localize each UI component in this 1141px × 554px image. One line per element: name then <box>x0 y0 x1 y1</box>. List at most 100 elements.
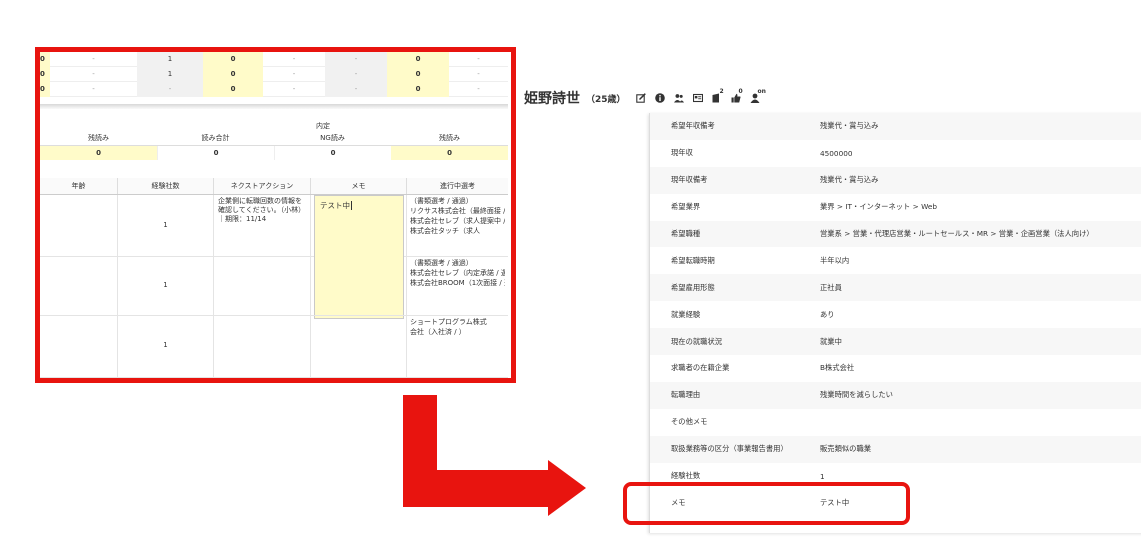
next-action-text <box>214 257 310 261</box>
stats-cell: - <box>477 70 480 78</box>
candidate-name: 姫野詩世 <box>524 91 580 107</box>
experience-cell: 1 <box>117 257 213 315</box>
progress-line: 株式会社セレブ（内定承諾 / 選考中） <box>410 269 505 277</box>
progress-line: リクサス株式会社（最終面接 / 企業NG） <box>410 207 505 215</box>
profile-value: 営業系 > 営業・代理店営業・ルートセールス・MR > 営業・企画営業（法人向け… <box>820 229 1094 238</box>
stats-cell: 0 <box>40 67 50 82</box>
column-header-age[interactable]: 年齢 <box>40 178 117 194</box>
profile-value: あり <box>820 309 835 319</box>
profile-label: 現年収 <box>671 148 693 158</box>
person-icon[interactable]: on <box>750 88 766 103</box>
thumbs-up-badge: 0 <box>738 88 743 95</box>
profile-value: 業界 > IT・インターネット > Web <box>820 202 937 212</box>
column-header-memo[interactable]: メモ <box>310 178 406 194</box>
profile-row: 就業経験 あり <box>650 301 1141 328</box>
stats-row: 0 - - 0 - - 0 - <box>40 82 508 97</box>
summary-value: 0 <box>40 146 157 160</box>
age-cell <box>40 257 117 315</box>
stats-row: 0 - 1 0 - - 0 - <box>40 67 508 82</box>
next-action-cell[interactable] <box>213 257 310 315</box>
memo-highlight-box <box>623 482 910 525</box>
profile-value: 残業代・賞与込み <box>820 121 879 131</box>
column-header-experience[interactable]: 経験社数 <box>117 178 213 194</box>
stats-cell: 0 <box>203 52 263 67</box>
profile-label: 現年収備考 <box>671 175 708 185</box>
column-header-next-action[interactable]: ネクストアクション <box>213 178 310 194</box>
profile-label: 希望年収備考 <box>671 121 715 131</box>
progress-cell: （書類選考 / 通過） リクサス株式会社（最終面接 / 企業NG） 株式会社セレ… <box>406 195 508 256</box>
profile-value: 4500000 <box>820 148 853 158</box>
person-badge: on <box>757 88 766 95</box>
profile-row: 希望年収備考 残業代・賞与込み <box>650 113 1141 140</box>
progress-line: （書類選考 / 通過） <box>410 197 473 205</box>
summary-header: NG読み <box>320 134 345 142</box>
stats-cell: 0 <box>203 82 263 97</box>
next-action-text: 企業側に転職回数の情報を確認してください。（小林）｜期限：11/14 <box>218 197 306 223</box>
next-action-cell[interactable] <box>213 316 310 377</box>
experience-count: 1 <box>163 341 168 349</box>
column-header-progress[interactable]: 進行中選考 <box>406 178 508 194</box>
edit-icon[interactable] <box>635 93 646 103</box>
stats-cell: 1 <box>137 67 203 82</box>
table-header: 年齢 経験社数 ネクストアクション メモ 進行中選考 <box>40 178 508 195</box>
profile-label: 希望業界 <box>671 202 701 212</box>
profile-row: 現年収備考 残業代・賞与込み <box>650 166 1141 194</box>
summary-header-row: 残読み 読み合計 NG読み 残読み <box>40 131 508 146</box>
profile-label: 希望転職時期 <box>671 255 715 265</box>
progress-cell: （書類選考 / 通過） 株式会社セレブ（内定承諾 / 選考中） 株式会社BROO… <box>406 257 508 315</box>
summary-value: 0 <box>274 146 391 160</box>
profile-label: 取扱業務等の区分（事業報告書用） <box>671 444 788 454</box>
profile-row: 取扱業務等の区分（事業報告書用） 販売類似の職業 <box>650 435 1141 463</box>
stats-cell: - <box>325 52 387 67</box>
profile-row: 現年収 4500000 <box>650 140 1141 167</box>
age-cell <box>40 195 117 256</box>
users-icon[interactable] <box>673 93 684 103</box>
mobile-badge: 2 <box>719 88 724 95</box>
stats-cell: - <box>92 55 95 63</box>
summary-header: 読み合計 <box>201 134 230 142</box>
stats-cell: 0 <box>40 52 50 67</box>
summary-group-title-row: 内定 <box>40 119 508 131</box>
profile-row: 求職者の在籍企業 B株式会社 <box>650 355 1141 382</box>
profile-value: 1 <box>820 471 825 481</box>
table-row[interactable]: 1 企業側に転職回数の情報を確認してください。（小林）｜期限：11/14 テスト… <box>40 195 508 319</box>
stats-cell: 0 <box>387 82 449 97</box>
candidate-age: （25歳） <box>586 94 626 105</box>
profile-label: 転職理由 <box>671 390 701 400</box>
summary-value-row: 0 0 0 0 <box>40 146 508 160</box>
profile-detail-panel: 希望年収備考 残業代・賞与込み 現年収 4500000 現年収備考 残業代・賞与込み … <box>649 113 1141 533</box>
stats-cell: - <box>477 85 480 93</box>
next-action-cell[interactable]: 企業側に転職回数の情報を確認してください。（小林）｜期限：11/14 <box>213 195 310 256</box>
progress-line: （書類選考 / 通過） <box>410 259 473 267</box>
profile-label: 経験社数 <box>671 471 701 481</box>
memo-cell[interactable] <box>310 316 406 377</box>
memo-cell[interactable] <box>310 257 406 315</box>
stats-cell: - <box>137 82 203 97</box>
stats-cell: 0 <box>387 52 449 67</box>
id-card-icon[interactable] <box>692 93 703 103</box>
profile-value: 残業代・賞与込み <box>820 175 879 185</box>
thumbs-up-icon[interactable]: 0 <box>731 88 743 103</box>
stats-cell: 1 <box>137 52 203 67</box>
stats-cell: - <box>292 70 296 78</box>
profile-label: その他メモ <box>671 417 708 427</box>
arrow-shaft-horizontal <box>403 470 551 507</box>
table-row[interactable]: 1 ショートプログラム株式 会社（入社済 / ） <box>40 316 508 378</box>
summary-value: 0 <box>157 146 274 160</box>
profile-value: 販売類似の職業 <box>820 444 872 454</box>
experience-count: 1 <box>163 221 168 229</box>
table-row[interactable]: 1 （書類選考 / 通過） 株式会社セレブ（内定承諾 / 選考中） 株式会社BR… <box>40 257 508 316</box>
profile-value: 残業時間を減らしたい <box>820 390 893 400</box>
profile-label: 求職者の在籍企業 <box>671 363 730 373</box>
info-icon[interactable] <box>654 93 665 103</box>
profile-label: 就業経験 <box>671 309 701 319</box>
memo-cell[interactable]: テスト中 <box>310 195 406 319</box>
stats-cell: - <box>92 70 95 78</box>
progress-line: 会社（入社済 / ） <box>410 328 466 336</box>
profile-row: その他メモ <box>650 409 1141 436</box>
progress-line: ショートプログラム株式 <box>410 318 487 326</box>
mobile-icon[interactable]: 2 <box>712 88 724 103</box>
stats-row: 0 - 1 0 - - 0 - <box>40 52 508 67</box>
age-cell <box>40 316 117 377</box>
summary-value: 0 <box>391 146 508 160</box>
